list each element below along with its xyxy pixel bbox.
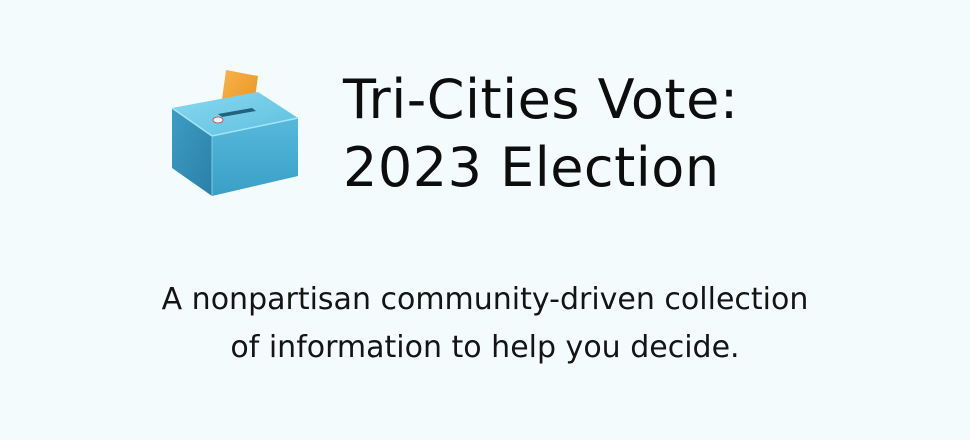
hero-banner: Tri-Cities Vote: 2023 Election A nonpart… (0, 0, 970, 440)
title-line-1: Tri-Cities Vote: (343, 68, 739, 131)
page-title: Tri-Cities Vote: 2023 Election (343, 66, 943, 202)
tagline: A nonpartisan community-driven collectio… (40, 276, 930, 372)
tagline-line-1: A nonpartisan community-driven collectio… (161, 282, 809, 317)
tagline-line-2: of information to help you decide. (230, 330, 740, 365)
ballot-box-icon (160, 58, 310, 208)
title-line-2: 2023 Election (343, 136, 720, 199)
